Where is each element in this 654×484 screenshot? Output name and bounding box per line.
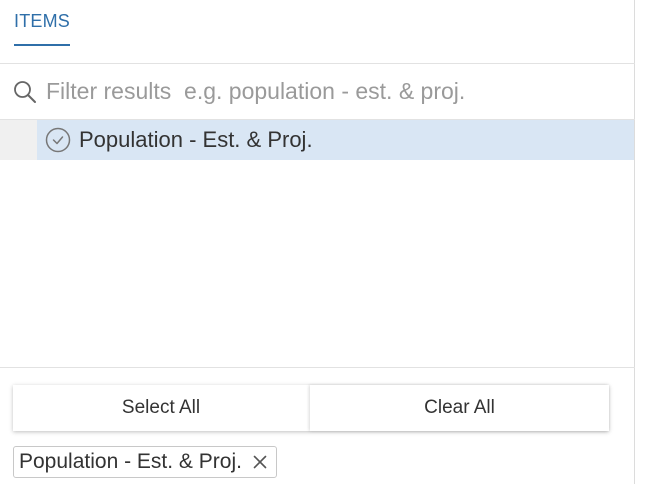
close-icon[interactable] — [253, 455, 267, 469]
tab-items[interactable]: ITEMS — [14, 11, 70, 32]
select-all-button[interactable]: Select All — [13, 385, 309, 431]
filter-row — [0, 64, 635, 120]
list-item[interactable]: Population - Est. & Proj. — [37, 120, 634, 160]
selected-chip-label: Population - Est. & Proj. — [19, 450, 242, 473]
filter-input[interactable] — [46, 74, 626, 108]
items-panel: ITEMS Population - Est. & Proj. Select A… — [0, 0, 635, 484]
clear-all-button[interactable]: Clear All — [310, 385, 609, 431]
active-tab-indicator — [14, 44, 70, 46]
list-item-label: Population - Est. & Proj. — [79, 127, 313, 152]
bulk-action-group: Select All Clear All — [13, 385, 609, 431]
selected-chip: Population - Est. & Proj. — [13, 446, 277, 478]
tab-bar: ITEMS — [0, 0, 635, 64]
results-list: Population - Est. & Proj. — [0, 120, 635, 368]
result-row-gutter — [0, 120, 37, 160]
check-circle-icon[interactable] — [45, 127, 71, 153]
search-icon — [13, 80, 37, 104]
